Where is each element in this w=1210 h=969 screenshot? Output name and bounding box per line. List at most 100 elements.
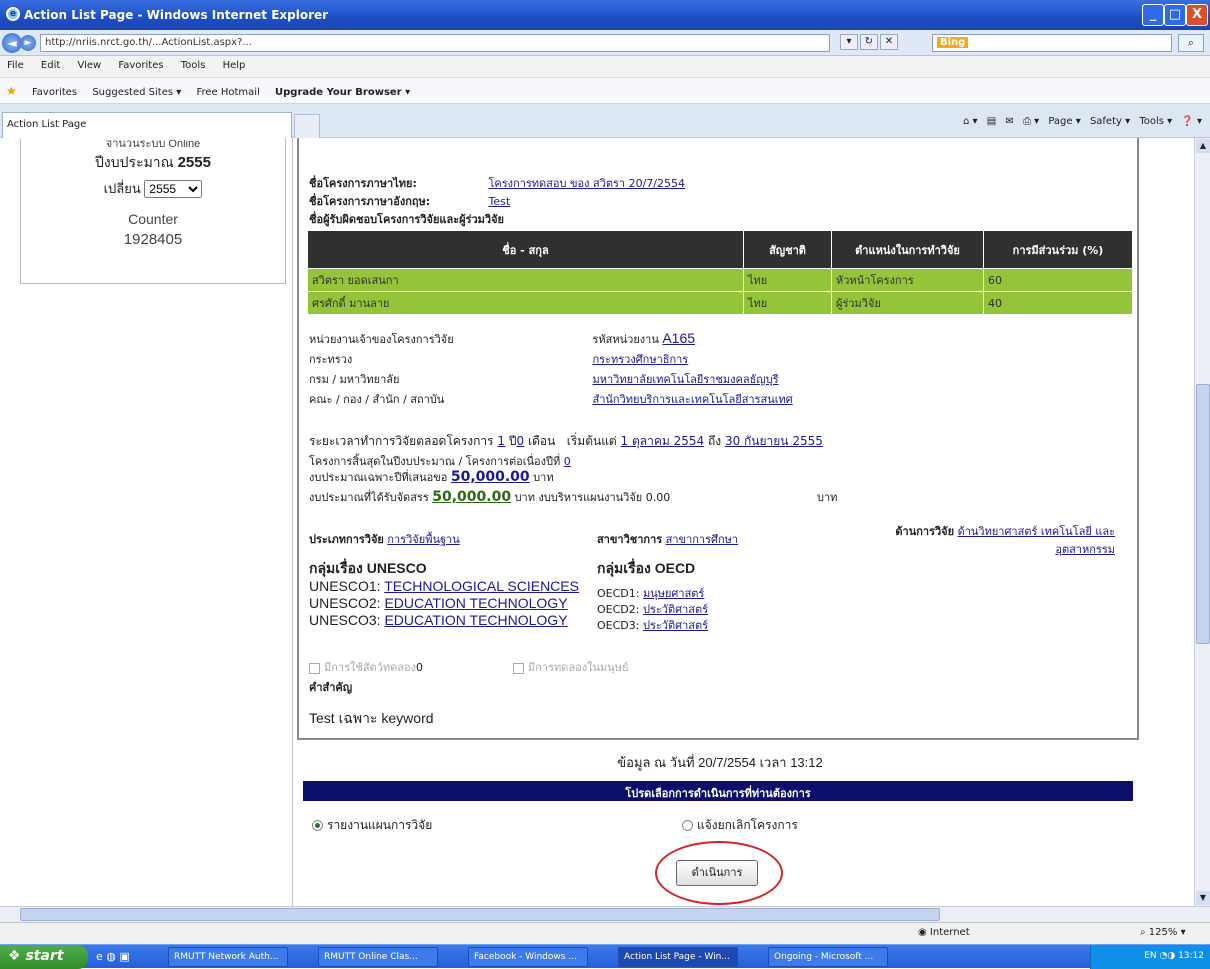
fav-suggested-sites[interactable]: Suggested Sites ▾ bbox=[86, 81, 187, 104]
back-icon[interactable]: ◄ bbox=[2, 33, 22, 53]
menu-file[interactable]: File bbox=[0, 56, 31, 75]
scroll-up-icon[interactable]: ▲ bbox=[1196, 139, 1210, 153]
desktop-quick-icon[interactable]: ▣ bbox=[119, 950, 129, 963]
menu-tools[interactable]: Tools bbox=[174, 56, 213, 75]
url-input[interactable]: http://nriis.nrct.go.th/...ActionList.as… bbox=[40, 34, 830, 52]
animal-count: 0 bbox=[415, 661, 423, 674]
scroll-thumb[interactable] bbox=[1196, 384, 1210, 644]
column-divider bbox=[292, 138, 293, 906]
tools-menu[interactable]: Tools ▾ bbox=[1139, 116, 1172, 127]
option-cancel[interactable]: แจ้งยกเลิกโครงการ bbox=[682, 816, 798, 835]
horizontal-scrollbar[interactable] bbox=[0, 906, 1210, 922]
type-link[interactable]: การวิจัยพื้นฐาน bbox=[387, 533, 459, 546]
oecd-item: OECD3: ประวัติศาสตร์ bbox=[597, 618, 708, 634]
favorites-star-icon[interactable]: ★ bbox=[0, 78, 23, 104]
menu-edit[interactable]: Edit bbox=[34, 56, 67, 75]
end-date[interactable]: 30 กันยายน 2555 bbox=[725, 434, 823, 448]
read-mail-icon[interactable]: ✉ bbox=[1005, 116, 1013, 127]
faculty-label: คณะ / กอง / สำนัก / สถาบัน bbox=[309, 393, 445, 406]
search-icon[interactable]: ⌕ bbox=[1178, 34, 1204, 52]
single-year-text: โครงการสิ้นสุดในปีงบประมาณ / โครงการต่อเ… bbox=[309, 455, 561, 468]
forward-icon[interactable]: ► bbox=[20, 35, 36, 51]
menu-favorites[interactable]: Favorites bbox=[111, 56, 170, 75]
taskbar: ❖ start e ◍ ▣ RMUTT Network Auth... RMUT… bbox=[0, 944, 1210, 969]
budget-alloc-value[interactable]: 50,000.00 bbox=[432, 489, 511, 505]
close-button[interactable]: X bbox=[1186, 4, 1208, 26]
favorites-label[interactable]: Favorites bbox=[26, 81, 83, 104]
sidebar-online-text: จำนวนระบบ Online bbox=[105, 140, 201, 148]
ie-quick-icon[interactable]: e bbox=[96, 950, 103, 963]
branch-link[interactable]: สาขาการศึกษา bbox=[666, 533, 738, 546]
refresh-icon[interactable]: ↻ bbox=[860, 34, 878, 50]
new-tab-button[interactable] bbox=[294, 114, 320, 138]
budget-year-row: งบประมาณเฉพาะปีที่เสนอขอ 50,000.00 บาท bbox=[309, 468, 554, 486]
duration-text: ระยะเวลาทำการวิจัยตลอดโครงการ bbox=[309, 434, 494, 448]
minimize-button[interactable]: _ bbox=[1142, 4, 1164, 26]
animal-checkbox[interactable] bbox=[309, 662, 320, 674]
menu-view[interactable]: View bbox=[70, 56, 108, 75]
stop-icon[interactable]: ✕ bbox=[880, 34, 898, 50]
unesco-value[interactable]: TECHNOLOGICAL SCIENCES bbox=[384, 578, 579, 594]
compatibility-icon[interactable]: ▾ bbox=[840, 34, 858, 50]
task-rmutt-network[interactable]: RMUTT Network Auth... bbox=[168, 947, 288, 967]
oecd-value[interactable]: ประวัติศาสตร์ bbox=[643, 619, 708, 632]
task-facebook[interactable]: Facebook - Windows ... bbox=[468, 947, 588, 967]
fav-upgrade-browser[interactable]: Upgrade Your Browser ▾ bbox=[269, 81, 416, 104]
zoom-value: 125% bbox=[1148, 927, 1178, 938]
task-action-list[interactable]: Action List Page - Win... bbox=[618, 947, 738, 967]
hscroll-thumb[interactable] bbox=[20, 908, 940, 921]
change-year: เปลี่ยน 2555 bbox=[21, 178, 285, 199]
search-input[interactable]: Bing bbox=[932, 34, 1172, 52]
bing-logo-icon: Bing bbox=[937, 37, 969, 48]
university-link[interactable]: มหาวิทยาลัยเทคโนโลยีราชมงคลธัญบุรี bbox=[593, 373, 779, 386]
unesco-list: UNESCO1: TECHNOLOGICAL SCIENCES UNESCO2:… bbox=[309, 578, 589, 629]
start-date[interactable]: 1 ตุลาคม 2554 bbox=[621, 434, 705, 448]
submit-button[interactable]: ดำเนินการ bbox=[676, 860, 758, 886]
human-checkbox[interactable] bbox=[513, 662, 524, 674]
menu-bar: File Edit View Favorites Tools Help bbox=[0, 56, 1210, 78]
budget-year-unit: บาท bbox=[533, 471, 554, 484]
print-icon[interactable]: ⎙ ▾ bbox=[1023, 116, 1039, 127]
lang-indicator[interactable]: EN bbox=[1144, 951, 1156, 961]
zoom-level[interactable]: ⌕ 125% ▾ bbox=[1140, 927, 1186, 938]
org-code-label: รหัสหน่วยงาน bbox=[592, 333, 659, 346]
year-select[interactable]: 2555 bbox=[144, 180, 203, 198]
help-icon[interactable]: ❓ ▾ bbox=[1181, 116, 1202, 127]
unesco-value[interactable]: EDUCATION TECHNOLOGY bbox=[384, 595, 567, 611]
tab-action-list[interactable]: Action List Page bbox=[2, 112, 292, 138]
safety-menu[interactable]: Safety ▾ bbox=[1090, 116, 1130, 127]
vertical-scrollbar[interactable]: ▲ ▼ bbox=[1194, 138, 1210, 906]
home-icon[interactable]: ⌂ ▾ bbox=[963, 116, 978, 127]
feeds-icon[interactable]: ▤ bbox=[987, 116, 996, 127]
page-menu[interactable]: Page ▾ bbox=[1048, 116, 1080, 127]
org-code-link[interactable]: A165 bbox=[662, 330, 695, 346]
maximize-button[interactable]: □ bbox=[1164, 4, 1186, 26]
unesco-item: UNESCO3: EDUCATION TECHNOLOGY bbox=[309, 612, 589, 629]
duration-months[interactable]: 0 bbox=[517, 434, 525, 448]
duration-years[interactable]: 1 bbox=[497, 434, 505, 448]
duration-row: ระยะเวลาทำการวิจัยตลอดโครงการ 1 ปี0 เดือ… bbox=[309, 432, 823, 451]
budget-year-value[interactable]: 50,000.00 bbox=[451, 469, 530, 485]
th-name-link[interactable]: โครงการทดสอบ ของ สวิตรา 20/7/2554 bbox=[489, 177, 686, 190]
scroll-down-icon[interactable]: ▼ bbox=[1196, 891, 1210, 905]
start-button[interactable]: ❖ start bbox=[0, 945, 88, 969]
task-ongoing[interactable]: Ongoing - Microsoft ... bbox=[768, 947, 888, 967]
address-bar: ◄ ► http://nriis.nrct.go.th/...ActionLis… bbox=[0, 30, 1210, 56]
command-bar: ⌂ ▾ ▤ ✉ ⎙ ▾ Page ▾ Safety ▾ Tools ▾ ❓ ▾ bbox=[957, 116, 1202, 127]
field-row: ด้านการวิจัย ด้านวิทยาศาสตร์ เทคโนโลยี แ… bbox=[877, 522, 1115, 558]
report-radio[interactable] bbox=[312, 820, 323, 831]
oecd-value[interactable]: ประวัติศาสตร์ bbox=[643, 603, 708, 616]
unesco-value[interactable]: EDUCATION TECHNOLOGY bbox=[384, 612, 567, 628]
task-rmutt-online[interactable]: RMUTT Online Clas... bbox=[318, 947, 438, 967]
ministry-link[interactable]: กระทรวงศึกษาธิการ bbox=[593, 353, 689, 366]
faculty-link[interactable]: สำนักวิทยบริการและเทคโนโลยีสารสนเทศ bbox=[593, 393, 793, 406]
field-link[interactable]: ด้านวิทยาศาสตร์ เทคโนโลยี และอุตสาหกรรม bbox=[958, 525, 1115, 556]
firefox-quick-icon[interactable]: ◍ bbox=[106, 950, 116, 963]
option-report[interactable]: รายงานแผนการวิจัย bbox=[312, 816, 432, 835]
cancel-radio[interactable] bbox=[682, 820, 693, 831]
fav-free-hotmail[interactable]: Free Hotmail bbox=[190, 81, 265, 104]
single-year-value[interactable]: 0 bbox=[564, 455, 571, 468]
oecd-value[interactable]: มนุษยศาสตร์ bbox=[643, 587, 704, 600]
menu-help[interactable]: Help bbox=[216, 56, 253, 75]
en-name-link[interactable]: Test bbox=[489, 195, 511, 208]
